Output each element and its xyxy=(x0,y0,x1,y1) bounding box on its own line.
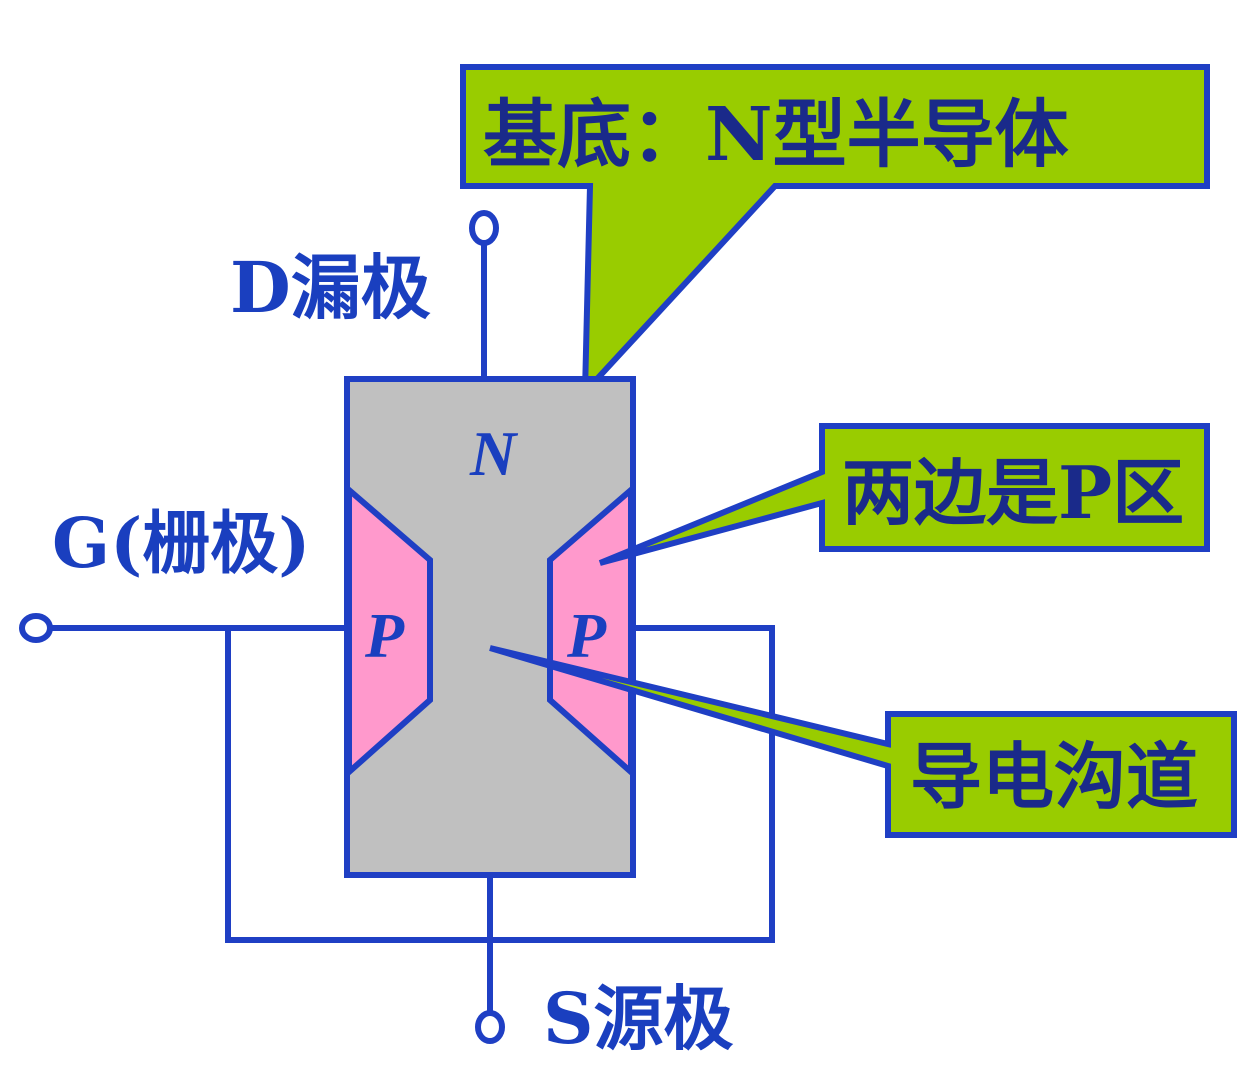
substrate-callout-text: 基底：N型半导体 xyxy=(483,92,1069,178)
source-terminal xyxy=(475,1010,505,1044)
source-label: S源极 xyxy=(543,977,734,1060)
gate-terminal xyxy=(19,613,53,643)
drain-terminal xyxy=(469,210,499,246)
p-region-right-label: P xyxy=(566,600,607,671)
drain-label: D漏极 xyxy=(230,246,431,329)
gate-label: G(栅极) xyxy=(52,504,310,584)
n-region-label: N xyxy=(469,418,519,489)
p-regions-callout-text: 两边是P区 xyxy=(842,450,1184,535)
jfet-structure-diagram: 基底：N型半导体 D漏极 N P P G(栅极) S源极 两边是P区 导电沟道 xyxy=(19,64,1237,1060)
channel-callout-text: 导电沟道 xyxy=(910,734,1198,819)
p-region-left-label: P xyxy=(364,600,405,671)
